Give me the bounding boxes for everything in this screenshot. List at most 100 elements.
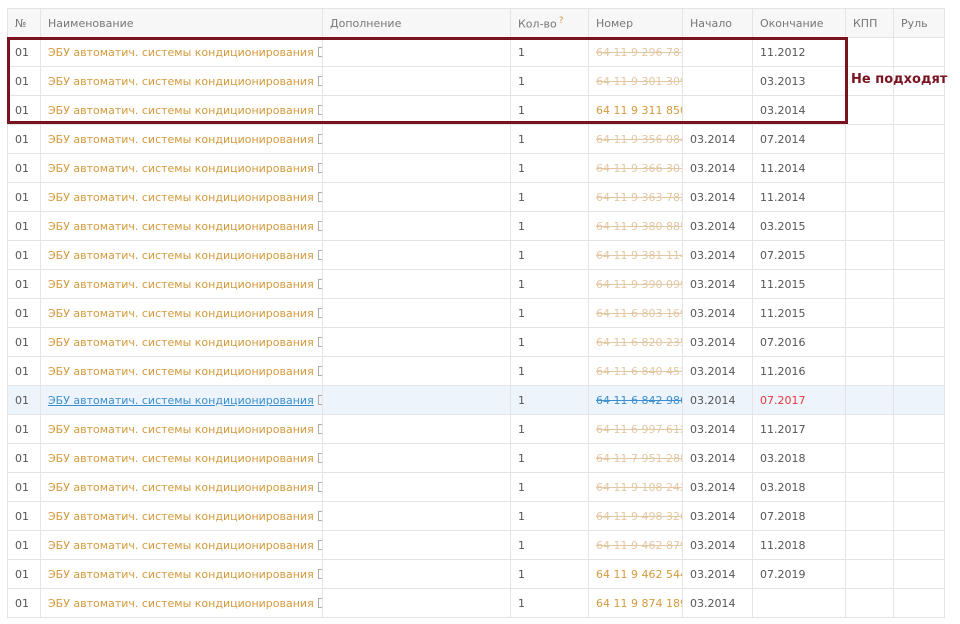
part-number[interactable]: 64 11 9 363 782 (596, 191, 682, 204)
cell-qty: 1 (510, 37, 589, 67)
part-name-link[interactable]: ЭБУ автоматич. системы кондиционирования (48, 162, 314, 175)
cell-name: ЭБУ автоматич. системы кондиционирования (40, 327, 323, 357)
part-number[interactable]: 64 11 9 108 242 (596, 481, 682, 494)
cell-number: 64 11 9 462 879 (588, 530, 683, 560)
external-link-icon[interactable] (317, 481, 322, 492)
external-link-icon[interactable] (317, 75, 322, 86)
cell-kpp (845, 182, 894, 212)
external-link-icon[interactable] (317, 307, 322, 318)
cell-qty: 1 (510, 211, 589, 241)
external-link-icon[interactable] (317, 191, 322, 202)
external-link-icon[interactable] (317, 220, 322, 231)
part-name-link[interactable]: ЭБУ автоматич. системы кондиционирования (48, 481, 314, 494)
cell-no: 01 (7, 443, 41, 473)
part-name-link[interactable]: ЭБУ автоматич. системы кондиционирования (48, 568, 314, 581)
part-number[interactable]: 64 11 6 842 986 (596, 394, 682, 407)
cell-start: 03.2014 (682, 153, 753, 183)
col-header-name[interactable]: Наименование (40, 8, 323, 38)
cell-extra (322, 153, 511, 183)
cell-no: 01 (7, 211, 41, 241)
cell-start: 03.2014 (682, 269, 753, 299)
part-name-link[interactable]: ЭБУ автоматич. системы кондиционирования (48, 104, 314, 117)
cell-name: ЭБУ автоматич. системы кондиционирования (40, 414, 323, 444)
part-name-link[interactable]: ЭБУ автоматич. системы кондиционирования (48, 597, 314, 610)
part-name-link[interactable]: ЭБУ автоматич. системы кондиционирования (48, 394, 314, 407)
cell-kpp (845, 385, 894, 415)
cell-start (682, 37, 753, 67)
external-link-icon[interactable] (317, 336, 322, 347)
cell-qty: 1 (510, 559, 589, 589)
cell-end: 11.2017 (752, 414, 846, 444)
external-link-icon[interactable] (317, 452, 322, 463)
cell-kpp (845, 472, 894, 502)
part-number[interactable]: 64 11 9 462 544 (596, 568, 682, 581)
cell-name: ЭБУ автоматич. системы кондиционирования (40, 211, 323, 241)
part-number[interactable]: 64 11 6 997 612 (596, 423, 682, 436)
part-number[interactable]: 64 11 9 380 885 (596, 220, 682, 233)
external-link-icon[interactable] (317, 568, 322, 579)
part-number[interactable]: 64 11 6 803 169 (596, 307, 682, 320)
part-name-link[interactable]: ЭБУ автоматич. системы кондиционирования (48, 365, 314, 378)
part-number[interactable]: 64 11 9 356 084 (596, 133, 682, 146)
external-link-icon[interactable] (317, 394, 322, 405)
cell-no: 01 (7, 588, 41, 618)
cell-number: 64 11 6 997 612 (588, 414, 683, 444)
part-number[interactable]: 64 11 9 498 326 (596, 510, 682, 523)
part-name-link[interactable]: ЭБУ автоматич. системы кондиционирования (48, 220, 314, 233)
cell-name: ЭБУ автоматич. системы кондиционирования (40, 182, 323, 212)
part-number[interactable]: 64 11 9 366 303 (596, 162, 682, 175)
cell-wheel (893, 472, 945, 502)
part-name-link[interactable]: ЭБУ автоматич. системы кондиционирования (48, 336, 314, 349)
cell-wheel (893, 530, 945, 560)
part-name-link[interactable]: ЭБУ автоматич. системы кондиционирования (48, 133, 314, 146)
part-number[interactable]: 64 11 6 840 451 (596, 365, 682, 378)
part-name-link[interactable]: ЭБУ автоматич. системы кондиционирования (48, 539, 314, 552)
part-number[interactable]: 64 11 9 462 879 (596, 539, 682, 552)
part-number[interactable]: 64 11 9 390 099 (596, 278, 682, 291)
part-name-link[interactable]: ЭБУ автоматич. системы кондиционирования (48, 278, 314, 291)
cell-start: 03.2014 (682, 356, 753, 386)
part-name-link[interactable]: ЭБУ автоматич. системы кондиционирования (48, 307, 314, 320)
part-name-link[interactable]: ЭБУ автоматич. системы кондиционирования (48, 75, 314, 88)
cell-start: 03.2014 (682, 240, 753, 270)
cell-end: 11.2014 (752, 153, 846, 183)
part-number[interactable]: 64 11 7 951 288 (596, 452, 682, 465)
part-number[interactable]: 64 11 9 296 781 (596, 46, 682, 59)
col-header-start: Начало (682, 8, 753, 38)
cell-end: 11.2012 (752, 37, 846, 67)
part-name-link[interactable]: ЭБУ автоматич. системы кондиционирования (48, 249, 314, 262)
table-row: 01 ЭБУ автоматич. системы кондиционирован… (7, 211, 945, 241)
col-header-no: № (7, 8, 41, 38)
part-number[interactable]: 64 11 9 301 309 (596, 75, 682, 88)
cell-kpp (845, 356, 894, 386)
cell-extra (322, 501, 511, 531)
external-link-icon[interactable] (317, 249, 322, 260)
external-link-icon[interactable] (317, 278, 322, 289)
part-name-link[interactable]: ЭБУ автоматич. системы кондиционирования (48, 452, 314, 465)
cell-no: 01 (7, 356, 41, 386)
external-link-icon[interactable] (317, 133, 322, 144)
cell-kpp (845, 269, 894, 299)
part-number[interactable]: 64 11 9 874 189 (596, 597, 682, 610)
cell-extra (322, 95, 511, 125)
part-number[interactable]: 64 11 9 381 114 (596, 249, 682, 262)
part-number[interactable]: 64 11 6 820 235 (596, 336, 682, 349)
cell-wheel (893, 211, 945, 241)
cell-kpp (845, 95, 894, 125)
external-link-icon[interactable] (317, 365, 322, 376)
external-link-icon[interactable] (317, 104, 322, 115)
external-link-icon[interactable] (317, 539, 322, 550)
external-link-icon[interactable] (317, 597, 322, 608)
external-link-icon[interactable] (317, 423, 322, 434)
part-number[interactable]: 64 11 9 311 850 (596, 104, 682, 117)
part-name-link[interactable]: ЭБУ автоматич. системы кондиционирования (48, 46, 314, 59)
part-name-link[interactable]: ЭБУ автоматич. системы кондиционирования (48, 510, 314, 523)
external-link-icon[interactable] (317, 510, 322, 521)
part-name-link[interactable]: ЭБУ автоматич. системы кондиционирования (48, 423, 314, 436)
cell-no: 01 (7, 37, 41, 67)
external-link-icon[interactable] (317, 162, 322, 173)
qty-help-icon[interactable]: ? (559, 16, 564, 26)
cell-qty: 1 (510, 153, 589, 183)
external-link-icon[interactable] (317, 46, 322, 57)
part-name-link[interactable]: ЭБУ автоматич. системы кондиционирования (48, 191, 314, 204)
